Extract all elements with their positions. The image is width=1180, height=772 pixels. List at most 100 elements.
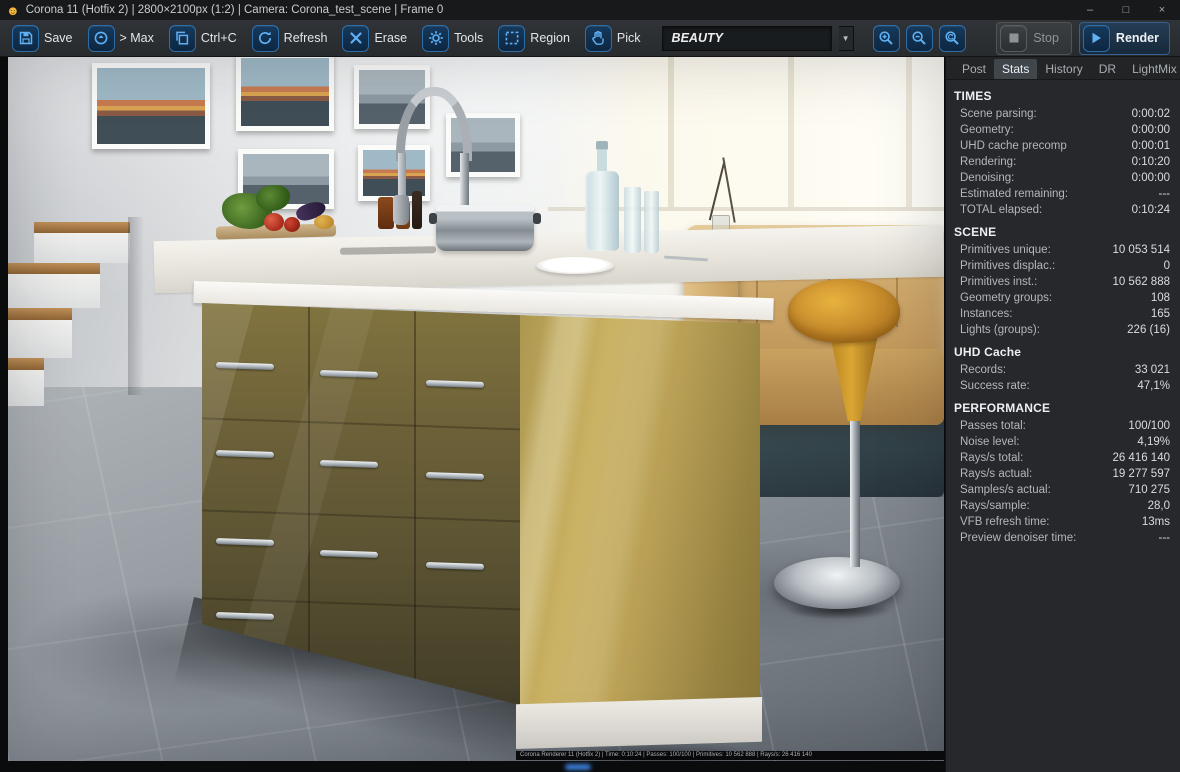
- stat-value: ---: [1158, 532, 1171, 544]
- stop-button[interactable]: Stop: [996, 21, 1072, 55]
- faucet-spray-head: [393, 195, 409, 225]
- stat-label: Rays/sample:: [960, 500, 1030, 512]
- stat-value: 33 021: [1134, 364, 1170, 376]
- stat-row: Preview denoiser time: ---: [946, 530, 1180, 546]
- stat-value: 710 275: [1128, 484, 1170, 496]
- render-element-select[interactable]: BEAUTY: [661, 25, 832, 51]
- zoom-out-button[interactable]: [905, 24, 933, 52]
- stair-riser: [8, 320, 72, 358]
- window-controls: – □ ×: [1072, 0, 1180, 20]
- stats-section-title: UHD Cache: [954, 345, 1022, 359]
- stats-section-title: TIMES: [954, 89, 992, 103]
- window-mullion: [668, 57, 674, 207]
- pick-button[interactable]: Pick: [581, 24, 645, 53]
- tab-history[interactable]: History: [1037, 59, 1090, 79]
- tab-post[interactable]: Post: [954, 59, 994, 79]
- toolbar-button-label: Tools: [454, 31, 484, 45]
- stat-row: Denoising: 0:00:00: [946, 170, 1180, 186]
- render-viewer: Corona Renderer 11 (Hotfix 2) | Time: 0:…: [0, 57, 945, 772]
- stair-riser: [34, 233, 130, 263]
- maximize-button[interactable]: □: [1108, 0, 1144, 20]
- vfb-side-panel: Post Stats History DR LightMix TIMES Scene pa…: [945, 57, 1180, 772]
- stat-value: 226 (16): [1127, 324, 1170, 336]
- render-button[interactable]: Render: [1078, 21, 1170, 55]
- stat-label: Lights (groups):: [960, 324, 1040, 336]
- pot-handle: [429, 213, 437, 224]
- toolbar-button-label: Pick: [616, 31, 641, 45]
- tools-icon: [422, 24, 450, 52]
- stat-label: Scene parsing:: [960, 108, 1037, 120]
- stat-value: 10 053 514: [1112, 244, 1170, 256]
- wall-art-frame: [92, 63, 210, 149]
- drinking-glass: [624, 187, 641, 253]
- copy-icon: [168, 24, 196, 52]
- spice-jar: [378, 197, 394, 229]
- window-title: Corona 11 (Hotfix 2) | 2800×2100px (1:2)…: [25, 4, 444, 16]
- minimize-button[interactable]: –: [1072, 0, 1108, 20]
- stat-label: Primitives unique:: [960, 244, 1051, 256]
- zoom-reset-button[interactable]: [938, 24, 966, 52]
- render-button-label: Render: [1115, 31, 1159, 45]
- wall-art-photo: [241, 58, 329, 126]
- stat-row: Success rate: 47,1%: [946, 378, 1180, 394]
- stat-value: 0:10:20: [1131, 156, 1170, 168]
- wall-art-photo: [97, 68, 205, 144]
- toolbar-button-group: Save > Max Ctrl+C Refresh Erase Tools Region Pi…: [8, 24, 645, 53]
- zoom-in-button[interactable]: [872, 24, 900, 52]
- save-button[interactable]: Save: [8, 24, 77, 53]
- taskbar-app-indicator[interactable]: [565, 764, 591, 770]
- tab-dr[interactable]: DR: [1091, 59, 1124, 79]
- stat-value: 4,19%: [1137, 436, 1170, 448]
- veg-squash: [314, 215, 334, 229]
- tab-lightmix[interactable]: LightMix: [1124, 59, 1180, 79]
- tab-stats[interactable]: Stats: [994, 59, 1038, 79]
- toolbar-button-label: Save: [44, 31, 73, 45]
- stat-row: Estimated remaining: ---: [946, 186, 1180, 202]
- stat-label: Geometry:: [960, 124, 1014, 136]
- stat-value: 108: [1150, 292, 1170, 304]
- zoom-reset-icon: [938, 24, 966, 52]
- veg-tomato: [284, 217, 300, 232]
- pot-handle: [533, 213, 541, 224]
- stats-section-title: PERFORMANCE: [954, 401, 1051, 415]
- tools-button[interactable]: Tools: [418, 24, 487, 53]
- stat-row: Primitives displac.: 0: [946, 258, 1180, 274]
- region-button[interactable]: Region: [494, 24, 574, 53]
- stat-label: Samples/s actual:: [960, 484, 1051, 496]
- toolbar-button-label: Refresh: [283, 31, 328, 45]
- close-button[interactable]: ×: [1144, 0, 1180, 20]
- max-button[interactable]: > Max: [84, 24, 158, 53]
- stat-value: ---: [1158, 188, 1171, 200]
- cabinet-gloss: [520, 315, 760, 715]
- stat-row: Noise level: 4,19%: [946, 434, 1180, 450]
- stat-label: TOTAL elapsed:: [960, 204, 1043, 216]
- faucet-hose: [398, 153, 406, 197]
- stair-riser: [8, 370, 44, 406]
- veg-tomato: [264, 213, 284, 231]
- stop-icon: [1000, 24, 1028, 52]
- toolbar-button-label: Ctrl+C: [200, 31, 237, 45]
- island-side-panel: [520, 315, 760, 715]
- zoom-button-group: [872, 24, 966, 52]
- drinking-glass: [644, 191, 659, 253]
- refresh-button[interactable]: Refresh: [248, 24, 332, 53]
- stat-row: Geometry: 0:00:00: [946, 122, 1180, 138]
- stair-riser: [8, 274, 100, 308]
- refresh-icon: [251, 24, 279, 52]
- erase-button[interactable]: Erase: [338, 24, 411, 53]
- stats-panel: TIMES Scene parsing: 0:00:02 Geometry: 0:00:…: [946, 80, 1180, 546]
- stat-label: Rays/s total:: [960, 452, 1024, 464]
- title-bar: ☻ Corona 11 (Hotfix 2) | 2800×2100px (1:…: [0, 0, 1180, 20]
- oil-bottle: [412, 191, 422, 229]
- region-icon: [498, 24, 526, 52]
- render-element-caret[interactable]: ▼: [838, 25, 854, 51]
- erase-icon: [342, 24, 370, 52]
- stat-label: Preview denoiser time:: [960, 532, 1077, 544]
- stair-tread: [8, 263, 100, 274]
- render-viewport[interactable]: Corona Renderer 11 (Hotfix 2) | Time: 0:…: [8, 57, 944, 761]
- stat-label: Rays/s actual:: [960, 468, 1033, 480]
- zoom-out-icon: [905, 24, 933, 52]
- stat-label: Records:: [960, 364, 1007, 376]
- copy-button[interactable]: Ctrl+C: [165, 24, 241, 53]
- toolbar: Save > Max Ctrl+C Refresh Erase Tools Region Pi…: [0, 20, 1180, 57]
